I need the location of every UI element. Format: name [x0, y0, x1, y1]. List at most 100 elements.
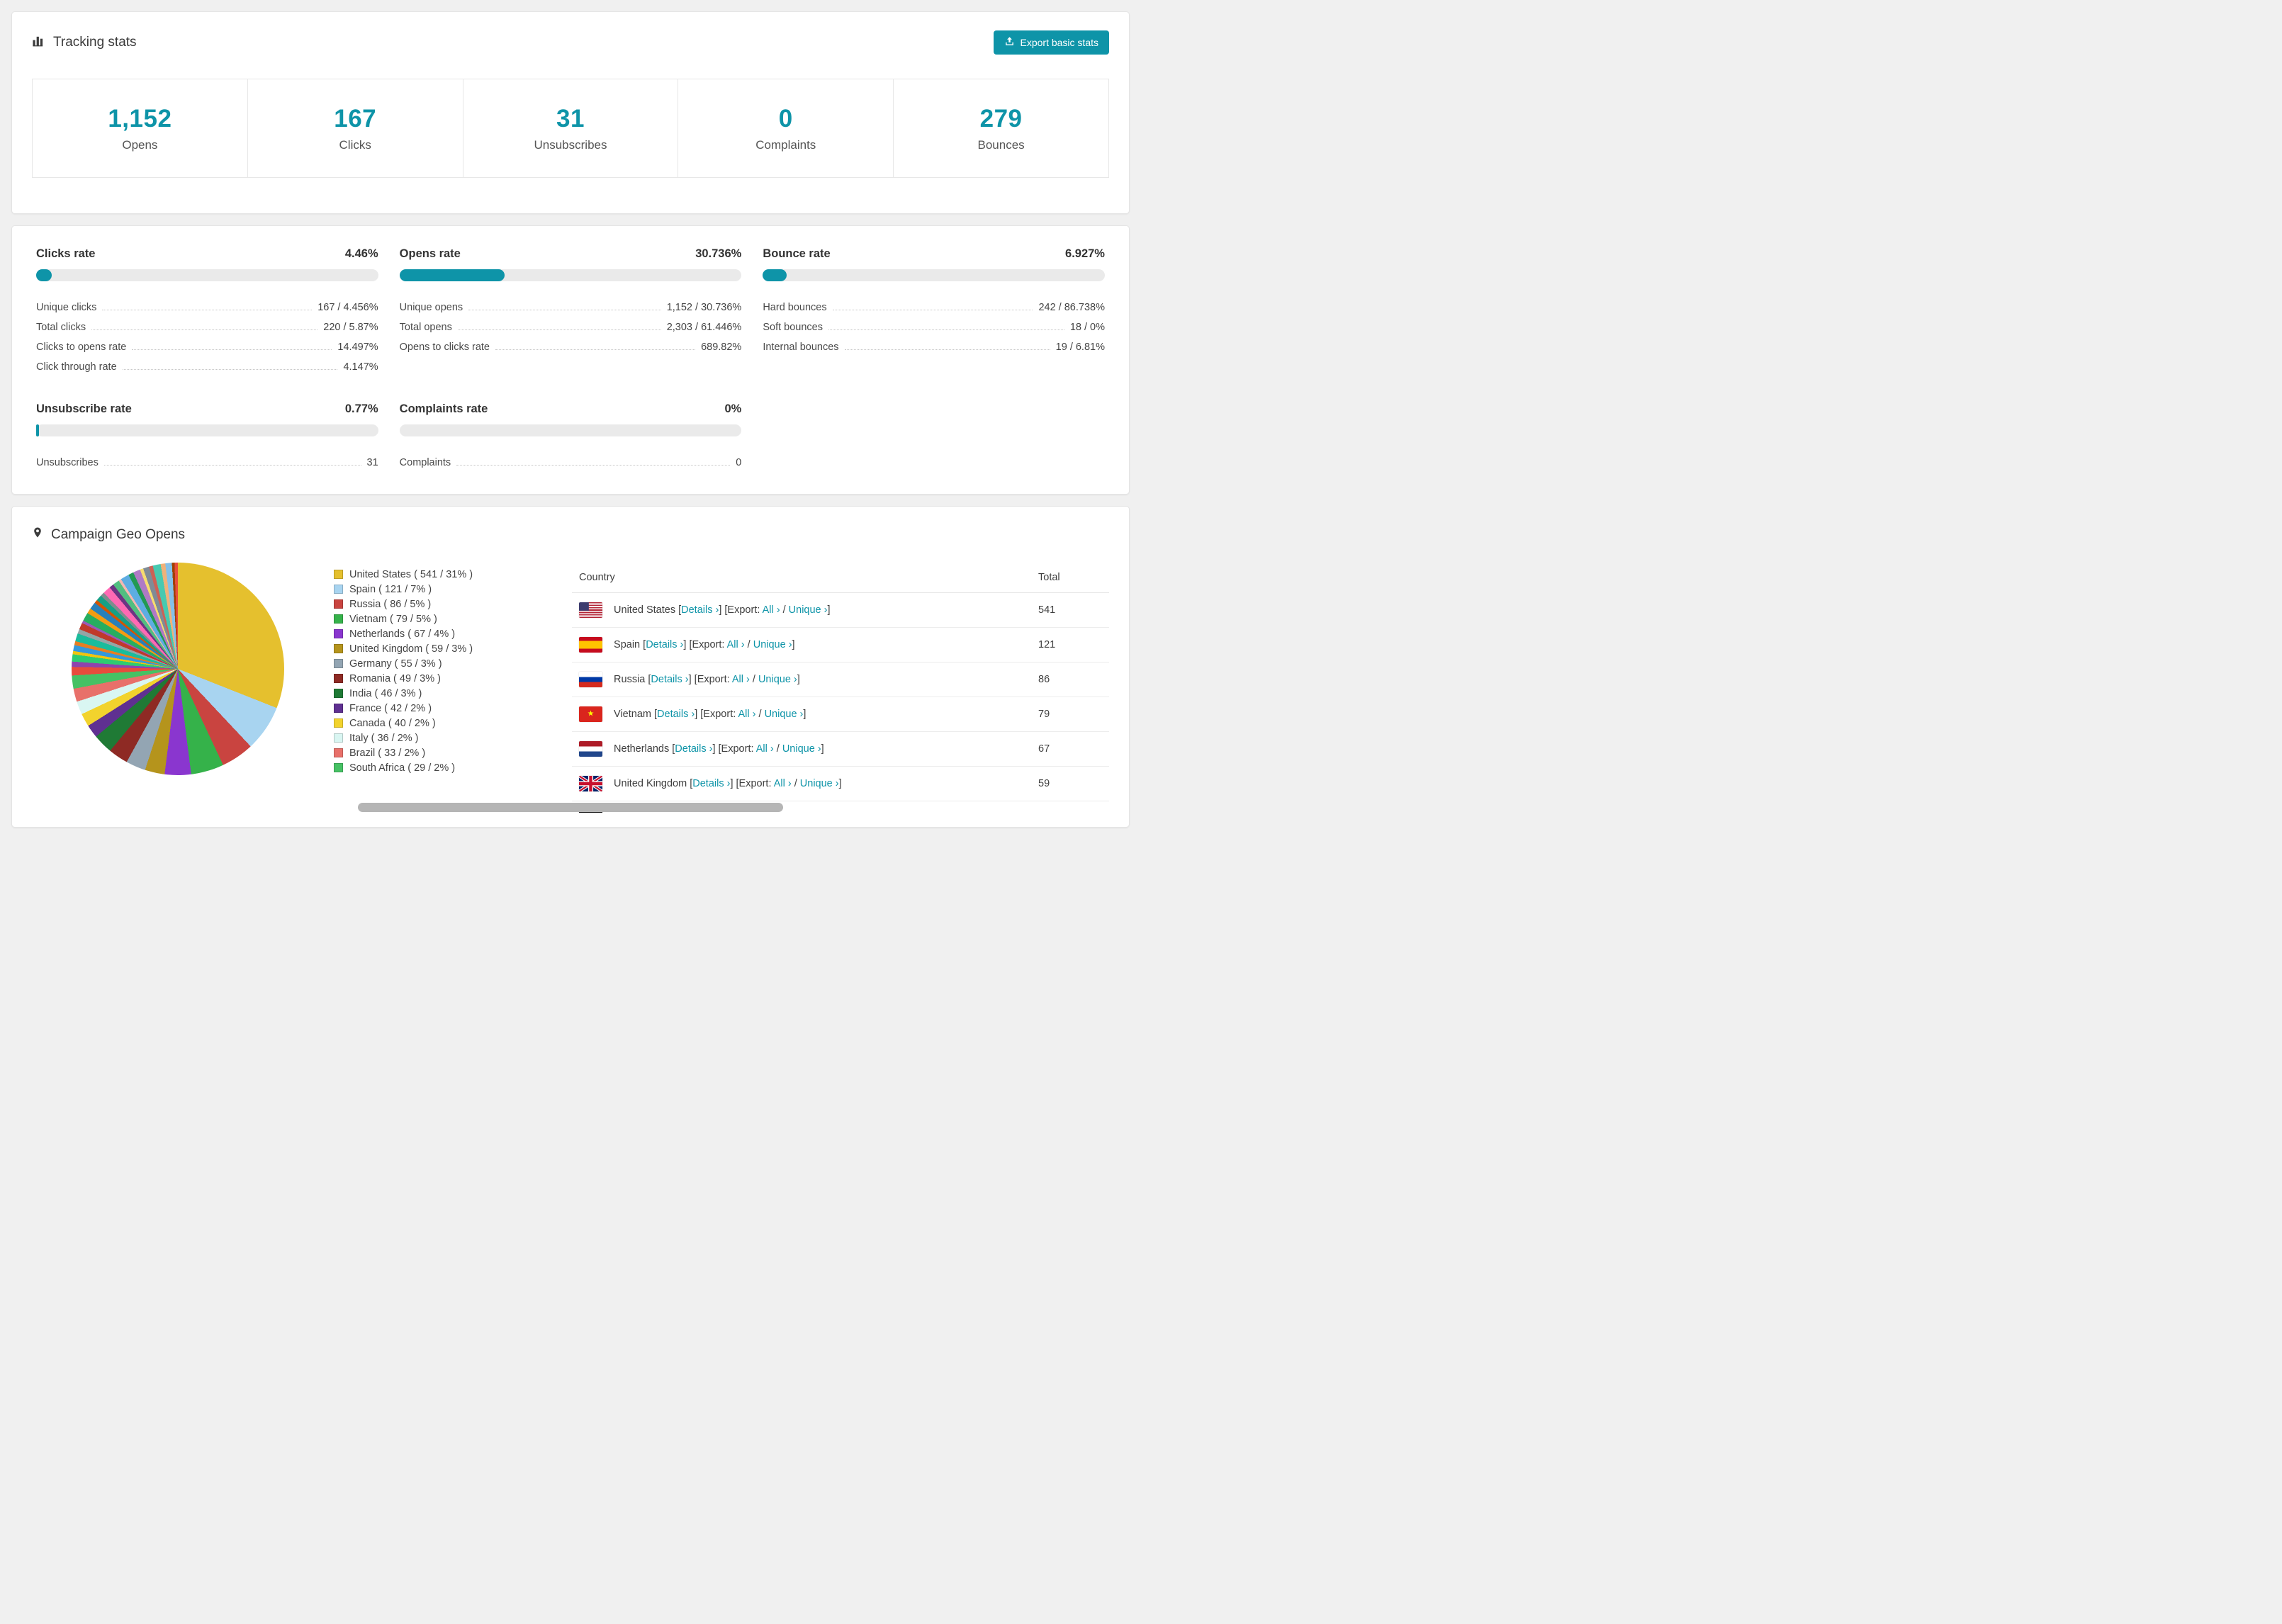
- export-basic-stats-button[interactable]: Export basic stats: [993, 30, 1109, 55]
- legend-swatch: [334, 599, 343, 609]
- legend-item-united-states[interactable]: United States ( 541 / 31% ): [334, 567, 568, 582]
- flag-russia-icon: [579, 672, 602, 687]
- legend-item-vietnam[interactable]: Vietnam ( 79 / 5% ): [334, 611, 568, 626]
- dotted-leader: [91, 329, 318, 330]
- rate-row: Internal bounces 19 / 6.81%: [763, 333, 1105, 353]
- legend-swatch: [334, 733, 343, 743]
- legend-label: Italy ( 36 / 2% ): [349, 732, 419, 744]
- progress-bar: [36, 269, 378, 281]
- details-link[interactable]: Details ›: [657, 709, 695, 720]
- stat-value: 167: [334, 104, 377, 132]
- legend-item-canada[interactable]: Canada ( 40 / 2% ): [334, 716, 568, 731]
- legend-label: Germany ( 55 / 3% ): [349, 658, 442, 670]
- legend-label: Canada ( 40 / 2% ): [349, 717, 436, 729]
- rate-row-value: 242 / 86.738%: [1038, 302, 1105, 313]
- country-column-header: Country: [572, 563, 1031, 593]
- tracking-stats-title: Tracking stats: [32, 34, 137, 52]
- stat-box-bounces: 279 Bounces: [893, 79, 1109, 178]
- flag-united-states-icon: [579, 602, 602, 618]
- export-unique-link[interactable]: Unique ›: [800, 778, 839, 789]
- legend-item-brazil[interactable]: Brazil ( 33 / 2% ): [334, 745, 568, 760]
- details-link[interactable]: Details ›: [651, 674, 688, 685]
- rate-row: Complaints 0: [400, 449, 742, 468]
- rate-row-label: Clicks to opens rate: [36, 342, 127, 353]
- legend-label: India ( 46 / 3% ): [349, 687, 422, 699]
- export-all-link[interactable]: All ›: [756, 743, 774, 755]
- export-all-link[interactable]: All ›: [774, 778, 792, 789]
- geo-pie-wrap: [72, 563, 284, 775]
- dotted-leader: [495, 349, 696, 350]
- rate-title: Unsubscribe rate: [36, 402, 132, 415]
- export-icon: [1004, 36, 1015, 49]
- legend-item-netherlands[interactable]: Netherlands ( 67 / 4% ): [334, 626, 568, 641]
- legend-item-india[interactable]: India ( 46 / 3% ): [334, 686, 568, 701]
- rate-block-unsubscribe-rate: Unsubscribe rate 0.77% Unsubscribes 31: [36, 402, 378, 468]
- export-all-link[interactable]: All ›: [763, 604, 780, 616]
- country-total: 86: [1031, 662, 1109, 697]
- details-link[interactable]: Details ›: [675, 743, 712, 755]
- export-unique-link[interactable]: Unique ›: [758, 674, 797, 685]
- legend-swatch: [334, 748, 343, 757]
- stat-value: 1,152: [108, 104, 172, 132]
- export-all-link[interactable]: All ›: [732, 674, 750, 685]
- rate-row-value: 1,152 / 30.736%: [666, 302, 742, 313]
- legend-swatch: [334, 674, 343, 683]
- rate-row-label: Click through rate: [36, 361, 117, 373]
- stat-label: Complaints: [755, 137, 816, 152]
- geo-table-body: United States [Details ›] [Export: All ›…: [572, 592, 1109, 821]
- rate-head: Bounce rate 6.927%: [763, 247, 1105, 261]
- legend-item-romania[interactable]: Romania ( 49 / 3% ): [334, 671, 568, 686]
- stat-value: 31: [556, 104, 585, 132]
- legend-label: Russia ( 86 / 5% ): [349, 598, 432, 610]
- horizontal-scrollbar-thumb[interactable]: [358, 803, 783, 812]
- legend-swatch: [334, 585, 343, 594]
- rate-head: Unsubscribe rate 0.77%: [36, 402, 378, 416]
- geo-table: Country Total United States [Details ›] …: [572, 563, 1109, 820]
- rate-row-label: Complaints: [399, 457, 451, 468]
- legend-item-united-kingdom[interactable]: United Kingdom ( 59 / 3% ): [334, 641, 568, 656]
- rate-row-label: Opens to clicks rate: [399, 342, 490, 353]
- geo-table-row-united-kingdom: United Kingdom [Details ›] [Export: All …: [572, 766, 1109, 801]
- legend-item-germany[interactable]: Germany ( 55 / 3% ): [334, 656, 568, 671]
- rate-row: Soft bounces 18 / 0%: [763, 313, 1105, 333]
- legend-label: United Kingdom ( 59 / 3% ): [349, 643, 473, 655]
- details-link[interactable]: Details ›: [692, 778, 730, 789]
- stat-box-complaints: 0 Complaints: [678, 79, 894, 178]
- rate-block-opens-rate: Opens rate 30.736% Unique opens 1,152 / …: [399, 247, 742, 373]
- export-all-link[interactable]: All ›: [738, 709, 755, 720]
- legend-swatch: [334, 659, 343, 668]
- country-total: 59: [1031, 766, 1109, 801]
- legend-label: United States ( 541 / 31% ): [349, 568, 473, 580]
- legend-item-france[interactable]: France ( 42 / 2% ): [334, 701, 568, 716]
- details-link[interactable]: Details ›: [646, 639, 683, 650]
- bar-chart-icon: [32, 34, 45, 52]
- rate-block-clicks-rate: Clicks rate 4.46% Unique clicks 167 / 4.…: [36, 247, 378, 373]
- legend-item-russia[interactable]: Russia ( 86 / 5% ): [334, 597, 568, 611]
- export-all-link[interactable]: All ›: [727, 639, 745, 650]
- stat-box-clicks: 167 Clicks: [247, 79, 463, 178]
- rate-title: Bounce rate: [763, 247, 831, 260]
- geo-pie-chart[interactable]: [72, 563, 284, 775]
- rate-percent: 0.77%: [344, 402, 378, 415]
- legend-swatch: [334, 570, 343, 579]
- rate-row-label: Internal bounces: [763, 342, 839, 353]
- legend-item-italy[interactable]: Italy ( 36 / 2% ): [334, 731, 568, 745]
- dotted-leader: [122, 369, 338, 370]
- legend-item-south-africa[interactable]: South Africa ( 29 / 2% ): [334, 760, 568, 775]
- geo-table-row-russia: Russia [Details ›] [Export: All › / Uniq…: [572, 662, 1109, 697]
- progress-bar: [399, 269, 742, 281]
- legend-label: Vietnam ( 79 / 5% ): [349, 613, 437, 625]
- geo-table-row-vietnam: Vietnam [Details ›] [Export: All › / Uni…: [572, 697, 1109, 732]
- export-unique-link[interactable]: Unique ›: [765, 709, 804, 720]
- stats-row: 1,152 Opens 167 Clicks 31 Unsubscribes 0…: [32, 79, 1109, 178]
- rate-title: Complaints rate: [399, 402, 488, 415]
- legend-item-spain[interactable]: Spain ( 121 / 7% ): [334, 582, 568, 597]
- export-unique-link[interactable]: Unique ›: [782, 743, 821, 755]
- rate-row-value: 18 / 0%: [1069, 322, 1105, 333]
- rate-percent: 30.736%: [695, 247, 742, 260]
- details-link[interactable]: Details ›: [681, 604, 719, 616]
- rate-row-value: 167 / 4.456%: [317, 302, 378, 313]
- export-unique-link[interactable]: Unique ›: [789, 604, 828, 616]
- country-name: United States: [614, 604, 679, 616]
- export-unique-link[interactable]: Unique ›: [753, 639, 792, 650]
